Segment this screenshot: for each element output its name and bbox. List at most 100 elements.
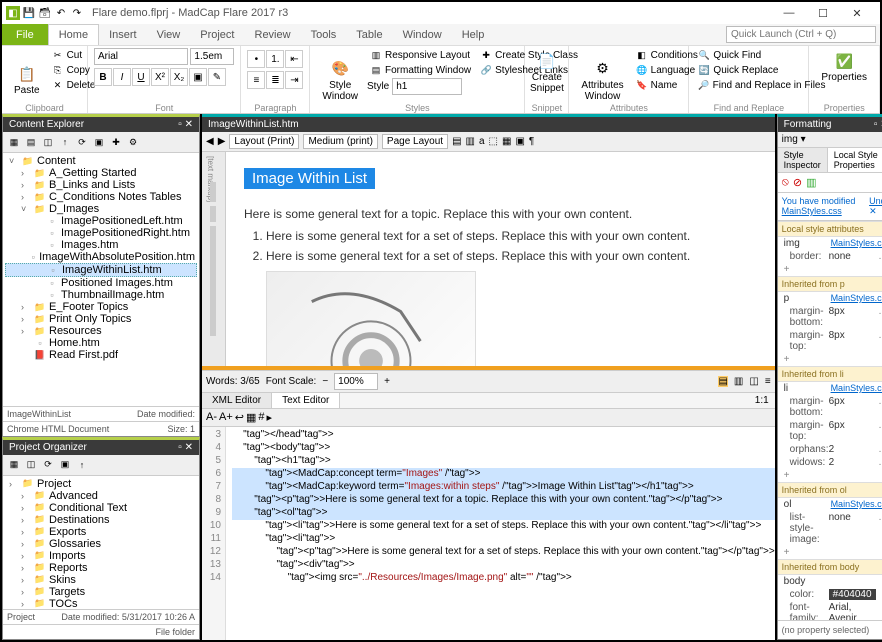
po-refresh-icon[interactable]: ⟳ (40, 457, 56, 473)
content-tree[interactable]: ˅📁Content›📁A_Getting Started›📁B_Links an… (3, 153, 199, 406)
show-files-icon[interactable]: ▦ (6, 134, 22, 150)
sup-button[interactable]: X² (151, 68, 169, 86)
align-left-button[interactable]: ≡ (247, 71, 265, 89)
doc-para[interactable]: Here is some general text for a topic. R… (244, 207, 757, 221)
fmt-del-icon[interactable]: ⊘ (793, 176, 802, 189)
scale-down-icon[interactable]: − (322, 376, 328, 387)
doc-li-2[interactable]: Here is some general text for a set of s… (266, 249, 757, 263)
tree-item[interactable]: ˅📁D_Images (5, 203, 197, 215)
tree-item[interactable]: 📕Read First.pdf (5, 349, 197, 361)
text-editor-tab[interactable]: Text Editor (272, 393, 340, 408)
tree-item[interactable]: ›📁TOCs (5, 598, 197, 609)
tb-icon-2[interactable]: ▥ (466, 136, 475, 147)
fmt-edit-icon[interactable]: ▥ (806, 176, 816, 189)
doc-li-1[interactable]: Here is some general text for a set of s… (266, 229, 757, 243)
color-button[interactable]: ▣ (189, 68, 207, 86)
tree-item[interactable]: ˅📁Content (5, 155, 197, 167)
tree-item[interactable]: ▫ThumbnailImage.htm (5, 289, 197, 301)
redo-icon[interactable]: ↷ (70, 6, 84, 20)
maximize-button[interactable]: ☐ (812, 4, 834, 22)
menu-home[interactable]: Home (48, 24, 99, 45)
tree-item[interactable]: ›📁Imports (5, 550, 197, 562)
fmt-row[interactable]: olMainStyles.css (778, 498, 882, 511)
quick-find-button[interactable]: 🔍Quick Find (695, 48, 802, 62)
mainstyles-link[interactable]: MainStyles.css (782, 206, 842, 216)
collapse-icon[interactable]: ▣ (91, 134, 107, 150)
props-icon[interactable]: ⚙ (125, 134, 141, 150)
project-tree[interactable]: ›📁Project›📁Advanced›📁Conditional Text›📁D… (3, 476, 199, 609)
align-center-button[interactable]: ≣ (266, 71, 284, 89)
attributes-window-button[interactable]: ⚙Attributes Window (575, 48, 629, 111)
menu-help[interactable]: Help (452, 24, 495, 45)
indent-button[interactable]: ⇥ (285, 71, 303, 89)
fmt-row[interactable]: margin-bottom:8px... (778, 305, 882, 329)
layout-select[interactable]: Layout (Print) (229, 134, 299, 149)
quick-launch-input[interactable] (726, 26, 876, 43)
menu-insert[interactable]: Insert (99, 24, 147, 45)
save-icon[interactable]: 💾 (22, 6, 36, 20)
code-wrap-icon[interactable]: ↩ (235, 411, 244, 424)
fmt-row[interactable]: color:#404040 (778, 588, 882, 601)
tree-item[interactable]: ›📁Exports (5, 526, 197, 538)
code-num-icon[interactable]: # (258, 411, 264, 424)
view-3-icon[interactable]: ◫ (749, 376, 758, 387)
tb-icon-7[interactable]: ¶ (529, 136, 534, 147)
editor-tab[interactable]: ImageWithinList.htm (202, 114, 775, 132)
menu-window[interactable]: Window (393, 24, 452, 45)
tree-item[interactable]: ›📁Targets (5, 586, 197, 598)
po-collapse-icon[interactable]: ▣ (57, 457, 73, 473)
properties-button[interactable]: ✅Properties (815, 48, 873, 85)
view-2-icon[interactable]: ▥ (734, 376, 743, 387)
xml-editor-tab[interactable]: XML Editor (202, 393, 272, 408)
pane-close-icon[interactable]: ▫ ✕ (178, 442, 193, 453)
crumb-chevron-icon[interactable]: ▾ (801, 134, 806, 145)
scale-up-icon[interactable]: + (384, 376, 390, 387)
doc-heading[interactable]: Image Within List (244, 168, 375, 189)
medium-select[interactable]: Medium (print) (303, 134, 377, 149)
tree-item[interactable]: ›📁Advanced (5, 490, 197, 502)
po-split-icon[interactable]: ◫ (23, 457, 39, 473)
pane-close-icon[interactable]: ▫ ✕ (178, 119, 193, 130)
formatting-window-button[interactable]: ▤Formatting Window (367, 63, 474, 77)
fmt-add-row[interactable]: + (778, 469, 882, 482)
menu-table[interactable]: Table (346, 24, 392, 45)
tree-item[interactable]: ›📁C_Conditions Notes Tables (5, 191, 197, 203)
style-window-button[interactable]: 🎨Style Window (316, 48, 364, 111)
menu-review[interactable]: Review (245, 24, 301, 45)
local-style-tab[interactable]: Local Style Properties (828, 148, 882, 172)
formatting-body[interactable]: Local style attributesimgMainStyles.cssb… (778, 221, 882, 620)
style-select[interactable]: h1 (392, 78, 462, 95)
fmt-add-row[interactable]: + (778, 263, 882, 276)
menu-file[interactable]: File (2, 24, 48, 45)
tree-item[interactable]: ›📁Glossaries (5, 538, 197, 550)
po-up-icon[interactable]: ↑ (74, 457, 90, 473)
code-a-minus-icon[interactable]: A- (206, 411, 217, 424)
show-folders-icon[interactable]: ▤ (23, 134, 39, 150)
responsive-layout-button[interactable]: ▥Responsive Layout (367, 48, 474, 62)
undo-icon[interactable]: ↶ (54, 6, 68, 20)
fmt-add-row[interactable]: + (778, 546, 882, 559)
paste-button[interactable]: 📋Paste (8, 48, 46, 111)
structure-bar[interactable]: [text markup] (202, 152, 226, 366)
tree-item[interactable]: ›📁E_Footer Topics (5, 301, 197, 313)
fwd-icon[interactable]: ▶ (218, 136, 226, 147)
fmt-row[interactable]: body (778, 575, 882, 588)
tb-icon-4[interactable]: ⬚ (489, 136, 498, 147)
back-icon[interactable]: ◀ (206, 136, 214, 147)
tree-item[interactable]: ›📁Skins (5, 574, 197, 586)
tree-item[interactable]: ›📁Resources (5, 325, 197, 337)
fmt-row[interactable]: liMainStyles.css (778, 382, 882, 395)
italic-button[interactable]: I (113, 68, 131, 86)
find-replace-files-button[interactable]: 🔎Find and Replace in Files (695, 78, 802, 92)
po-show-icon[interactable]: ▦ (6, 457, 22, 473)
fmt-row[interactable]: border:none... (778, 250, 882, 263)
create-snippet-button[interactable]: 📄Create Snippet (531, 48, 562, 96)
tb-icon-3[interactable]: a (479, 136, 485, 147)
underline-button[interactable]: U (132, 68, 150, 86)
code-a-plus-icon[interactable]: A+ (219, 411, 233, 424)
fmt-row[interactable]: pMainStyles.css (778, 292, 882, 305)
save-all-icon[interactable]: 🗃 (38, 6, 52, 20)
tree-item[interactable]: ▫ImagePositionedLeft.htm (5, 215, 197, 227)
tree-item[interactable]: ›📁Conditional Text (5, 502, 197, 514)
code-editor[interactable]: 34567891011121314 "tag"></head"tag">> "t… (202, 427, 775, 641)
